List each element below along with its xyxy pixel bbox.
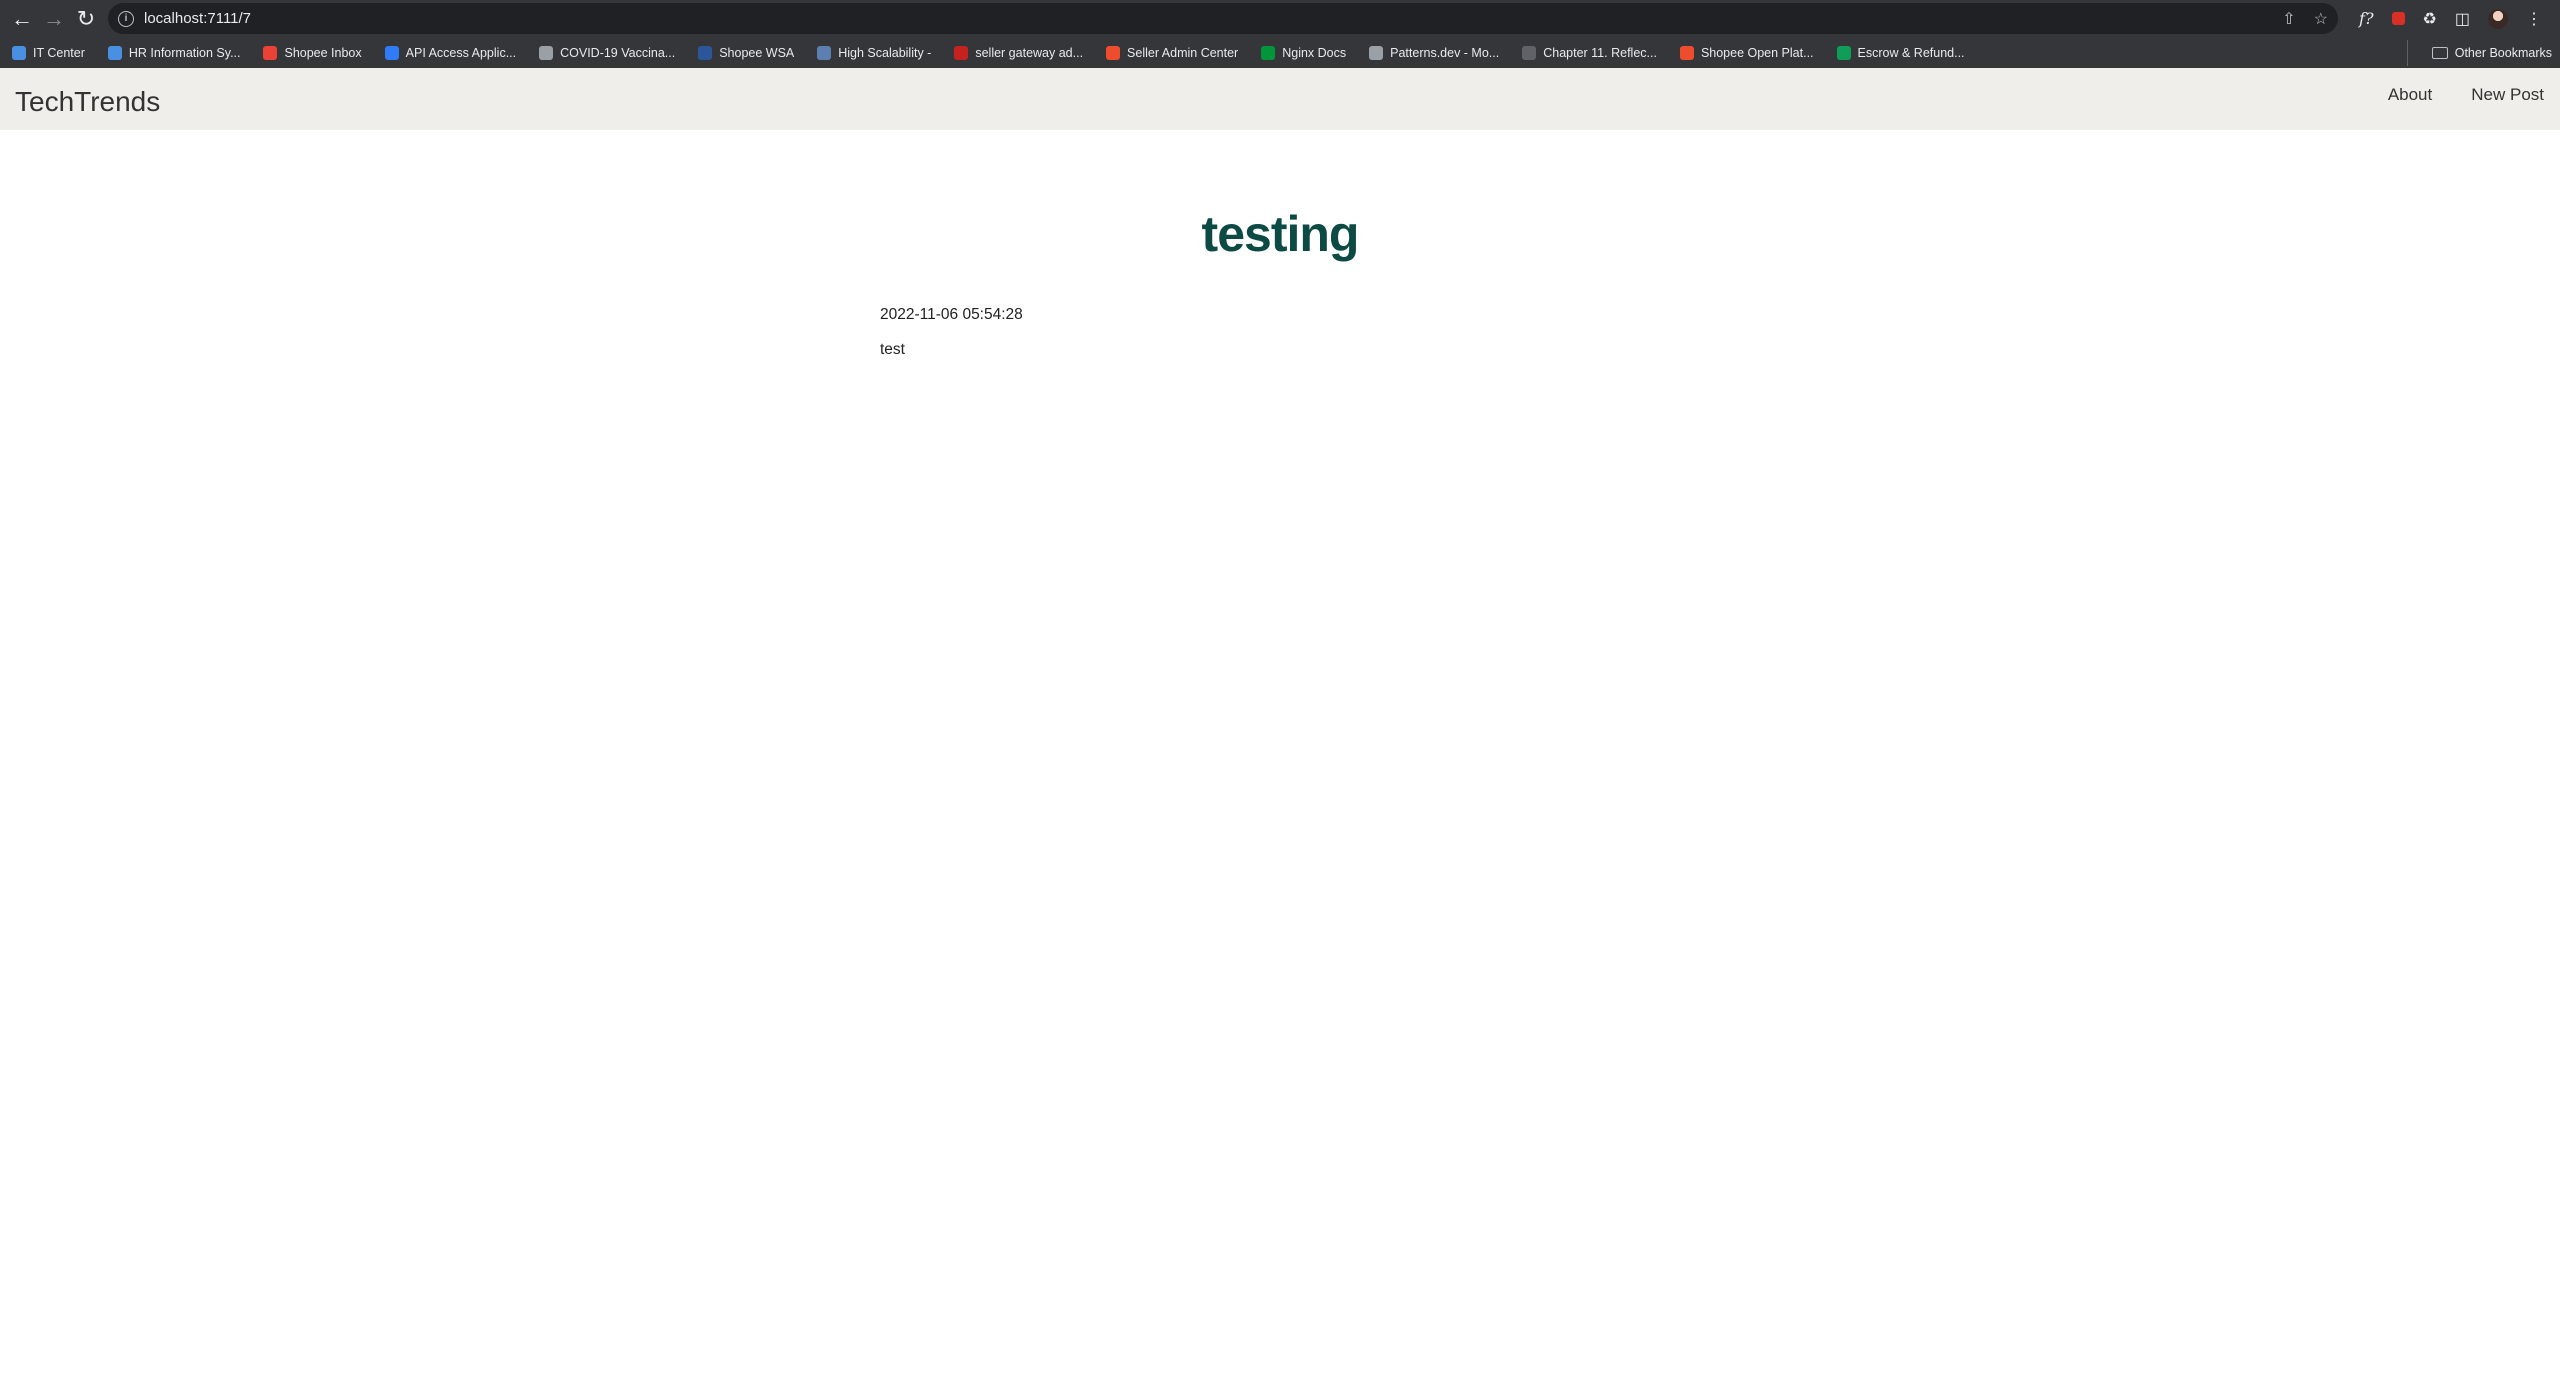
bookmark-label: Nginx Docs — [1282, 46, 1347, 60]
bookmark-label: High Scalability - — [838, 46, 932, 60]
profile-avatar[interactable] — [2488, 8, 2508, 29]
bookmark-item[interactable]: HR Information Sy... — [96, 41, 252, 65]
bookmark-item[interactable]: COVID-19 Vaccina... — [527, 41, 686, 65]
extensions-puzzle-icon[interactable]: ♻ — [2423, 9, 2437, 29]
browser-chrome: ← → ↻ i localhost:7111/7 ⇧ ☆ f? ♻ ◫ ⋮ IT… — [0, 0, 2560, 68]
bookmarks-bar: IT Center HR Information Sy... Shopee Inbo… — [0, 40, 2560, 66]
post-date: 2022-11-06 05:54:28 — [880, 306, 1023, 323]
bookmark-item[interactable]: Chapter 11. Reflec... — [1510, 41, 1668, 65]
other-bookmarks-label: Other Bookmarks — [2454, 46, 2552, 60]
bookmark-label: Seller Admin Center — [1127, 46, 1239, 60]
bookmark-item[interactable]: High Scalability - — [805, 41, 942, 65]
patterns-icon — [1369, 46, 1384, 60]
bookmark-label: HR Information Sy... — [128, 46, 241, 60]
seller-gateway-icon — [954, 46, 969, 60]
red-extension-icon[interactable] — [2391, 12, 2405, 25]
shopee-icon — [1106, 46, 1121, 60]
bookmark-label: Chapter 11. Reflec... — [1543, 46, 1657, 60]
covid-icon — [539, 46, 554, 60]
bookmark-label: COVID-19 Vaccina... — [560, 46, 676, 60]
bookmark-item[interactable]: Nginx Docs — [1249, 41, 1357, 65]
back-icon[interactable]: ← — [6, 3, 38, 35]
site-info-icon[interactable]: i — [118, 10, 134, 27]
bookmark-label: Shopee Open Plat... — [1700, 46, 1814, 60]
shopee-icon — [1679, 46, 1694, 60]
forward-icon[interactable]: → — [38, 3, 70, 35]
bookmark-item[interactable]: Escrow & Refund... — [1825, 41, 1976, 65]
brand-logo-link[interactable]: TechTrends — [15, 68, 160, 136]
folder-icon — [2431, 47, 2448, 59]
browser-toolbar: ← → ↻ i localhost:7111/7 ⇧ ☆ f? ♻ ◫ ⋮ — [0, 0, 2560, 37]
new-post-link[interactable]: New Post — [2471, 85, 2544, 105]
gmail-icon — [263, 46, 278, 60]
bookmark-item[interactable]: API Access Applic... — [373, 41, 527, 65]
menu-kebab-icon[interactable]: ⋮ — [2526, 9, 2542, 29]
formula-extension-icon[interactable]: f? — [2359, 9, 2374, 28]
chapter-icon — [1522, 46, 1537, 60]
post-title: testing — [1201, 206, 1360, 262]
bookmark-label: Shopee Inbox — [284, 46, 362, 60]
about-link[interactable]: About — [2388, 85, 2432, 105]
site-navbar: TechTrends About New Post — [0, 68, 2560, 130]
bookmark-item[interactable]: Shopee Open Plat... — [1668, 41, 1825, 65]
bookmark-label: Patterns.dev - Mo... — [1390, 46, 1500, 60]
escrow-icon — [1836, 46, 1851, 60]
bookmark-label: Escrow & Refund... — [1857, 46, 1965, 60]
post-content: test — [880, 341, 905, 358]
bookmark-star-icon[interactable]: ☆ — [2314, 9, 2328, 29]
address-bar[interactable]: i localhost:7111/7 ⇧ ☆ — [108, 3, 2338, 34]
other-bookmarks-button[interactable]: Other Bookmarks — [2406, 40, 2560, 66]
bookmark-item[interactable]: Patterns.dev - Mo... — [1357, 41, 1510, 65]
side-panel-icon[interactable]: ◫ — [2455, 9, 2470, 29]
bookmark-label: Shopee WSA — [719, 46, 795, 60]
bookmark-item[interactable]: IT Center — [0, 41, 96, 65]
nav-links: About New Post — [2388, 68, 2544, 122]
hr-icon — [107, 46, 122, 60]
it-center-icon — [12, 46, 26, 60]
hs-icon — [817, 46, 832, 60]
bookmark-item[interactable]: seller gateway ad... — [942, 41, 1094, 65]
api-icon — [384, 46, 399, 60]
share-icon[interactable]: ⇧ — [2282, 9, 2295, 29]
url-text[interactable]: localhost:7111/7 — [144, 10, 251, 27]
bookmark-item[interactable]: Shopee Inbox — [251, 41, 372, 65]
word-icon — [698, 46, 713, 60]
extensions-area: f? ♻ ◫ ⋮ — [2359, 3, 2542, 34]
bookmark-item[interactable]: Shopee WSA — [686, 41, 805, 65]
bookmark-label: API Access Applic... — [405, 46, 517, 60]
bookmark-label: IT Center — [33, 46, 85, 60]
nginx-icon — [1261, 46, 1276, 60]
bookmark-item[interactable]: Seller Admin Center — [1094, 41, 1249, 65]
bookmark-label: seller gateway ad... — [975, 46, 1084, 60]
reload-icon[interactable]: ↻ — [70, 3, 102, 35]
